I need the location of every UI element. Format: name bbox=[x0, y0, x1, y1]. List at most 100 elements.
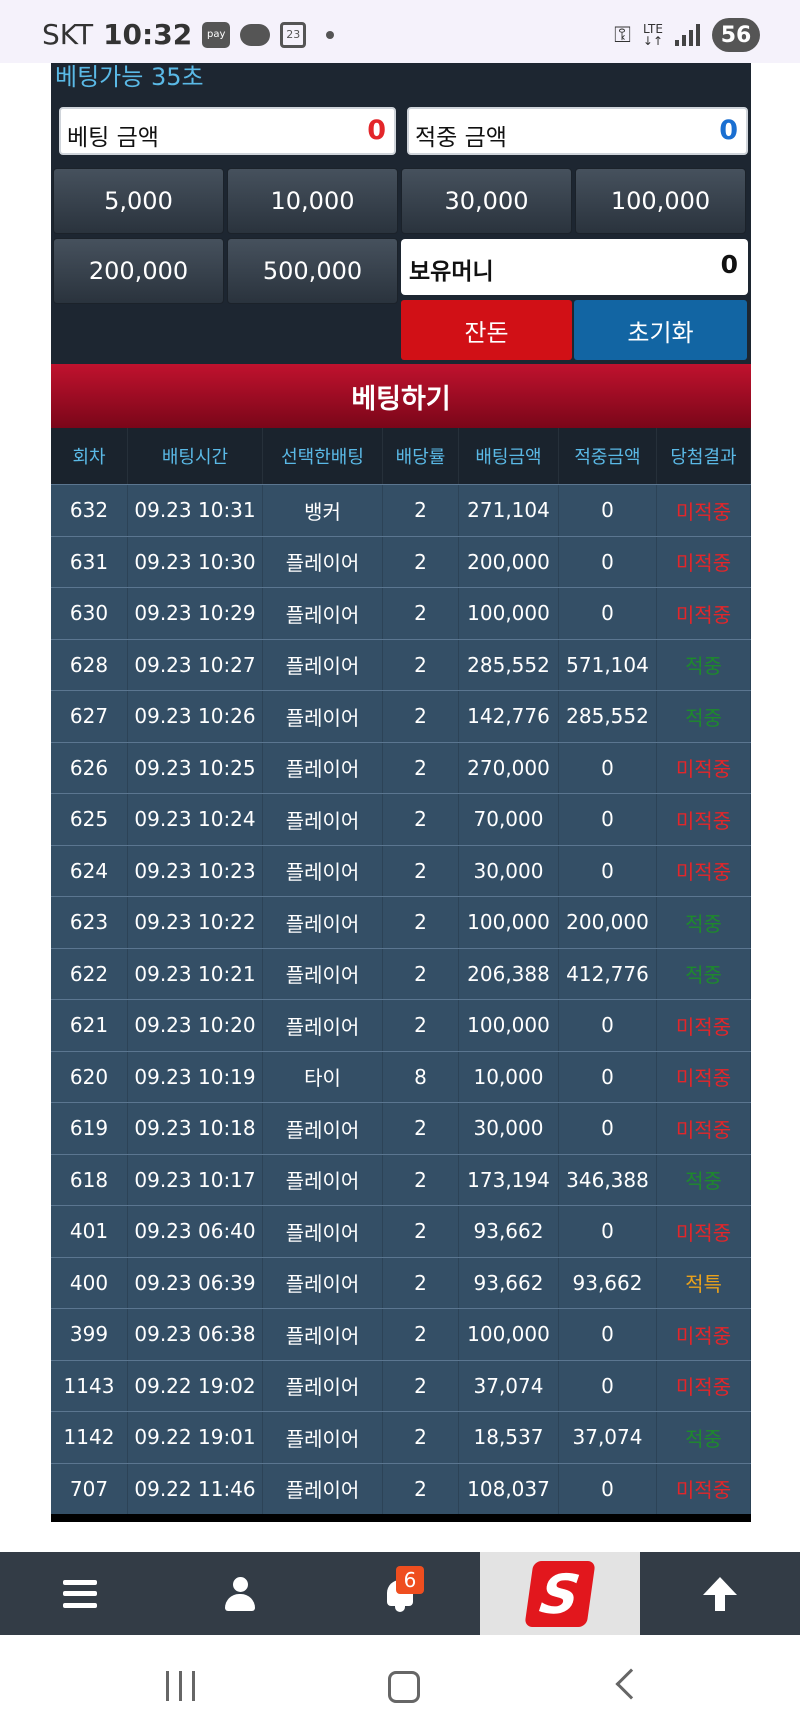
table-row: 619 09.23 10:18 플레이어 2 30,000 0 미적중 bbox=[51, 1102, 751, 1154]
profile-button[interactable] bbox=[160, 1552, 320, 1635]
cell-bet-amount: 285,552 bbox=[459, 639, 559, 690]
cell-odds: 2 bbox=[383, 948, 459, 999]
cell-pick: 플레이어 bbox=[263, 1412, 383, 1463]
table-row: 627 09.23 10:26 플레이어 2 142,776 285,552 적중 bbox=[51, 690, 751, 742]
chip-30000-button[interactable]: 30,000 bbox=[401, 168, 572, 234]
cell-odds: 8 bbox=[383, 1051, 459, 1102]
header-result: 당첨결과 bbox=[657, 428, 751, 484]
table-row: 624 09.23 10:23 플레이어 2 30,000 0 미적중 bbox=[51, 844, 751, 896]
cell-win-amount: 93,662 bbox=[559, 1257, 657, 1308]
cell-round: 622 bbox=[51, 948, 128, 999]
reset-button[interactable]: 초기화 bbox=[574, 300, 747, 360]
menu-button[interactable] bbox=[0, 1552, 160, 1635]
bet-amount-label: 베팅 금액 bbox=[67, 125, 159, 151]
cell-result: 적중 bbox=[657, 1154, 751, 1205]
cell-bet-amount: 30,000 bbox=[459, 1103, 559, 1154]
cell-round: 1143 bbox=[51, 1360, 128, 1411]
cell-time: 09.23 10:20 bbox=[128, 1000, 263, 1051]
cell-win-amount: 0 bbox=[559, 1000, 657, 1051]
header-win-amount: 적중금액 bbox=[559, 428, 657, 484]
key-icon: ⚿ bbox=[614, 22, 631, 48]
bet-panel: 베팅가능 35초 베팅 금액 0 적중 금액 0 5,000 10,000 30… bbox=[51, 63, 751, 1522]
change-button[interactable]: 잔돈 bbox=[401, 300, 572, 360]
cell-win-amount: 37,074 bbox=[559, 1412, 657, 1463]
cell-bet-amount: 100,000 bbox=[459, 1000, 559, 1051]
cell-result: 미적중 bbox=[657, 1103, 751, 1154]
notifications-button[interactable]: 6 bbox=[320, 1552, 480, 1635]
cell-result: 적중 bbox=[657, 897, 751, 948]
cell-round: 626 bbox=[51, 742, 128, 793]
cell-time: 09.23 10:18 bbox=[128, 1103, 263, 1154]
cell-time: 09.23 10:19 bbox=[128, 1051, 263, 1102]
hamburger-icon bbox=[63, 1579, 97, 1608]
cell-time: 09.23 10:24 bbox=[128, 794, 263, 845]
lte-icon: LTE ↓↑ bbox=[642, 22, 663, 48]
cell-round: 630 bbox=[51, 588, 128, 639]
cell-time: 09.23 10:26 bbox=[128, 691, 263, 742]
cell-pick: 타이 bbox=[263, 1051, 383, 1102]
cell-result: 적특 bbox=[657, 1257, 751, 1308]
held-money-box: 보유머니 0 bbox=[401, 239, 748, 295]
cell-pick: 플레이어 bbox=[263, 1103, 383, 1154]
bottom-nav: 6 S bbox=[0, 1552, 800, 1635]
cell-round: 399 bbox=[51, 1309, 128, 1360]
table-row: 622 09.23 10:21 플레이어 2 206,388 412,776 적중 bbox=[51, 947, 751, 999]
cell-bet-amount: 108,037 bbox=[459, 1463, 559, 1514]
home-logo-button[interactable]: S bbox=[480, 1552, 640, 1635]
cell-time: 09.23 10:22 bbox=[128, 897, 263, 948]
table-row: 632 09.23 10:31 뱅커 2 271,104 0 미적중 bbox=[51, 484, 751, 536]
pay-icon: pay bbox=[202, 21, 231, 48]
scroll-top-button[interactable] bbox=[640, 1552, 800, 1635]
cell-time: 09.23 06:39 bbox=[128, 1257, 263, 1308]
battery-icon: 56 bbox=[712, 18, 760, 52]
cell-bet-amount: 206,388 bbox=[459, 948, 559, 999]
cell-odds: 2 bbox=[383, 691, 459, 742]
bet-amount-value: 0 bbox=[367, 115, 386, 146]
cell-pick: 플레이어 bbox=[263, 1309, 383, 1360]
cell-time: 09.23 10:29 bbox=[128, 588, 263, 639]
cell-odds: 2 bbox=[383, 794, 459, 845]
cell-pick: 플레이어 bbox=[263, 794, 383, 845]
cell-time: 09.23 10:25 bbox=[128, 742, 263, 793]
table-row: 401 09.23 06:40 플레이어 2 93,662 0 미적중 bbox=[51, 1205, 751, 1257]
cell-time: 09.23 10:21 bbox=[128, 948, 263, 999]
cell-pick: 플레이어 bbox=[263, 639, 383, 690]
cell-odds: 2 bbox=[383, 1360, 459, 1411]
back-button[interactable] bbox=[615, 1668, 647, 1700]
table-body: 632 09.23 10:31 뱅커 2 271,104 0 미적중 631 09.23 10:… bbox=[51, 484, 751, 1514]
place-bet-button[interactable]: 베팅하기 bbox=[51, 364, 751, 428]
cell-bet-amount: 93,662 bbox=[459, 1257, 559, 1308]
recent-apps-button[interactable] bbox=[166, 1671, 195, 1701]
cell-round: 632 bbox=[51, 485, 128, 536]
cloud-icon bbox=[240, 23, 271, 46]
table-row: 1142 09.22 19:01 플레이어 2 18,537 37,074 적중 bbox=[51, 1411, 751, 1463]
cell-bet-amount: 271,104 bbox=[459, 485, 559, 536]
chip-500000-button[interactable]: 500,000 bbox=[227, 238, 398, 304]
cell-pick: 뱅커 bbox=[263, 485, 383, 536]
cell-result: 미적중 bbox=[657, 1206, 751, 1257]
table-row: 707 09.22 11:46 플레이어 2 108,037 0 미적중 bbox=[51, 1462, 751, 1514]
cell-result: 미적중 bbox=[657, 794, 751, 845]
cell-win-amount: 571,104 bbox=[559, 639, 657, 690]
header-odds: 배당률 bbox=[383, 428, 459, 484]
header-bet-amount: 배팅금액 bbox=[459, 428, 559, 484]
cell-bet-amount: 37,074 bbox=[459, 1360, 559, 1411]
cell-result: 미적중 bbox=[657, 588, 751, 639]
cell-time: 09.22 19:02 bbox=[128, 1360, 263, 1411]
status-bar: SKT 10:32 pay 23 ⚿ LTE ↓↑ 56 bbox=[0, 0, 800, 63]
chip-5000-button[interactable]: 5,000 bbox=[53, 168, 224, 234]
chip-200000-button[interactable]: 200,000 bbox=[53, 238, 224, 304]
chip-10000-button[interactable]: 10,000 bbox=[227, 168, 398, 234]
chip-100000-button[interactable]: 100,000 bbox=[575, 168, 746, 234]
cell-bet-amount: 100,000 bbox=[459, 897, 559, 948]
cell-win-amount: 0 bbox=[559, 1309, 657, 1360]
cell-odds: 2 bbox=[383, 742, 459, 793]
home-button[interactable] bbox=[388, 1671, 420, 1703]
cell-bet-amount: 142,776 bbox=[459, 691, 559, 742]
table-footer bbox=[51, 1514, 751, 1522]
cell-win-amount: 0 bbox=[559, 742, 657, 793]
cell-result: 미적중 bbox=[657, 1463, 751, 1514]
header-time: 배팅시간 bbox=[128, 428, 263, 484]
signal-icon bbox=[675, 24, 700, 46]
cell-pick: 플레이어 bbox=[263, 742, 383, 793]
